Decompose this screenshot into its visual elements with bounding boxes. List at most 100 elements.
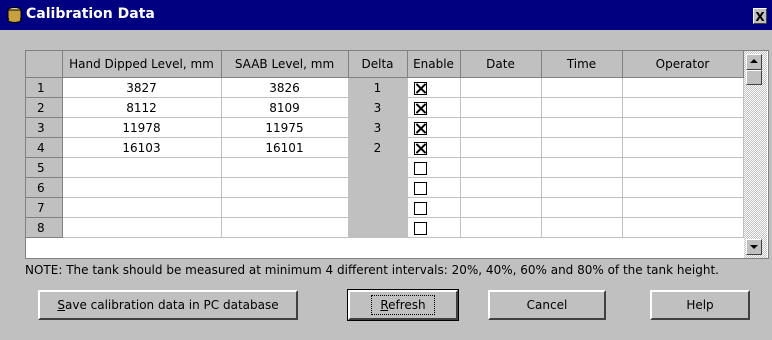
enable-checkbox[interactable] (413, 101, 427, 115)
date-cell[interactable] (460, 97, 542, 118)
title-bar[interactable]: Calibration Data X (0, 0, 772, 30)
window-title: Calibration Data (26, 6, 155, 22)
enable-cell[interactable] (407, 157, 461, 178)
note-text: NOTE: The tank should be measured at min… (25, 263, 719, 277)
table-row[interactable]: 8 (26, 217, 744, 238)
header-row: Hand Dipped Level, mm SAAB Level, mm Del… (26, 51, 744, 78)
enable-checkbox[interactable] (413, 201, 427, 215)
time-cell[interactable] (541, 77, 623, 98)
scroll-down-button[interactable] (746, 239, 762, 255)
operator-cell[interactable] (622, 157, 744, 178)
enable-cell[interactable] (407, 97, 461, 118)
save-button-label: Save calibration data in PC database (57, 298, 279, 312)
row-number-cell: 4 (26, 137, 63, 158)
column-header-hand-dipped[interactable]: Hand Dipped Level, mm (62, 51, 222, 78)
date-cell[interactable] (460, 177, 542, 198)
time-cell[interactable] (541, 197, 623, 218)
calibration-grid[interactable]: Hand Dipped Level, mm SAAB Level, mm Del… (25, 50, 769, 259)
time-cell[interactable] (541, 137, 623, 158)
enable-checkbox[interactable] (413, 81, 427, 95)
enable-cell[interactable] (407, 197, 461, 218)
time-cell[interactable] (541, 157, 623, 178)
operator-cell[interactable] (622, 117, 744, 138)
table-row[interactable]: 3 11978 11975 3 (26, 117, 744, 138)
time-cell[interactable] (541, 177, 623, 198)
table-row[interactable]: 2 8112 8109 3 (26, 97, 744, 118)
delta-cell: 1 (348, 77, 408, 98)
date-cell[interactable] (460, 157, 542, 178)
arrow-up-icon (750, 59, 758, 63)
operator-cell[interactable] (622, 177, 744, 198)
table-row[interactable]: 1 3827 3826 1 (26, 77, 744, 98)
date-cell[interactable] (460, 217, 542, 238)
column-header-saab[interactable]: SAAB Level, mm (221, 51, 349, 78)
date-cell[interactable] (460, 77, 542, 98)
help-button[interactable]: Help (650, 290, 750, 320)
vertical-scrollbar[interactable] (744, 51, 767, 258)
saab-level-cell[interactable]: 11975 (221, 117, 349, 138)
enable-checkbox[interactable] (413, 181, 427, 195)
date-cell[interactable] (460, 137, 542, 158)
scroll-up-button[interactable] (746, 54, 762, 70)
saab-level-cell[interactable]: 3826 (221, 77, 349, 98)
hand-dipped-level-cell[interactable] (62, 197, 222, 218)
delta-cell (348, 197, 408, 218)
saab-level-cell[interactable] (221, 217, 349, 238)
calibration-table: Hand Dipped Level, mm SAAB Level, mm Del… (26, 51, 744, 238)
row-number-cell: 7 (26, 197, 63, 218)
enable-checkbox[interactable] (413, 141, 427, 155)
tank-icon (7, 7, 22, 23)
enable-checkbox[interactable] (413, 221, 427, 235)
operator-cell[interactable] (622, 77, 744, 98)
hand-dipped-level-cell[interactable]: 11978 (62, 117, 222, 138)
cancel-button[interactable]: Cancel (488, 290, 606, 320)
help-button-label: Help (686, 298, 714, 312)
close-icon: X (755, 10, 765, 24)
date-cell[interactable] (460, 117, 542, 138)
enable-cell[interactable] (407, 177, 461, 198)
time-cell[interactable] (541, 217, 623, 238)
enable-cell[interactable] (407, 77, 461, 98)
date-cell[interactable] (460, 197, 542, 218)
save-to-pc-database-button[interactable]: Save calibration data in PC database (38, 290, 298, 320)
refresh-button[interactable]: Refresh (347, 289, 459, 321)
table-row[interactable]: 4 16103 16101 2 (26, 137, 744, 158)
column-header-time[interactable]: Time (541, 51, 623, 78)
table-row[interactable]: 7 (26, 197, 744, 218)
operator-cell[interactable] (622, 137, 744, 158)
enable-cell[interactable] (407, 137, 461, 158)
operator-cell[interactable] (622, 97, 744, 118)
calibration-dialog: Calibration Data X Hand Dipped Level, mm… (0, 0, 772, 340)
enable-checkbox[interactable] (413, 121, 427, 135)
column-header-enable[interactable]: Enable (407, 51, 461, 78)
hand-dipped-level-cell[interactable]: 8112 (62, 97, 222, 118)
refresh-button-label: Refresh (371, 295, 435, 315)
time-cell[interactable] (541, 97, 623, 118)
enable-checkbox[interactable] (413, 161, 427, 175)
saab-level-cell[interactable]: 16101 (221, 137, 349, 158)
column-header-operator[interactable]: Operator (622, 51, 744, 78)
table-row[interactable]: 5 (26, 157, 744, 178)
hand-dipped-level-cell[interactable]: 16103 (62, 137, 222, 158)
column-header-date[interactable]: Date (460, 51, 542, 78)
time-cell[interactable] (541, 117, 623, 138)
saab-level-cell[interactable]: 8109 (221, 97, 349, 118)
scroll-thumb[interactable] (746, 70, 762, 85)
hand-dipped-level-cell[interactable] (62, 217, 222, 238)
enable-cell[interactable] (407, 217, 461, 238)
saab-level-cell[interactable] (221, 177, 349, 198)
row-number-cell: 8 (26, 217, 63, 238)
saab-level-cell[interactable] (221, 197, 349, 218)
enable-cell[interactable] (407, 117, 461, 138)
delta-cell: 2 (348, 137, 408, 158)
column-header-delta[interactable]: Delta (348, 51, 408, 78)
table-row[interactable]: 6 (26, 177, 744, 198)
close-button[interactable]: X (753, 8, 767, 24)
operator-cell[interactable] (622, 217, 744, 238)
hand-dipped-level-cell[interactable] (62, 177, 222, 198)
hand-dipped-level-cell[interactable] (62, 157, 222, 178)
operator-cell[interactable] (622, 197, 744, 218)
hand-dipped-level-cell[interactable]: 3827 (62, 77, 222, 98)
saab-level-cell[interactable] (221, 157, 349, 178)
arrow-down-icon (750, 245, 758, 249)
